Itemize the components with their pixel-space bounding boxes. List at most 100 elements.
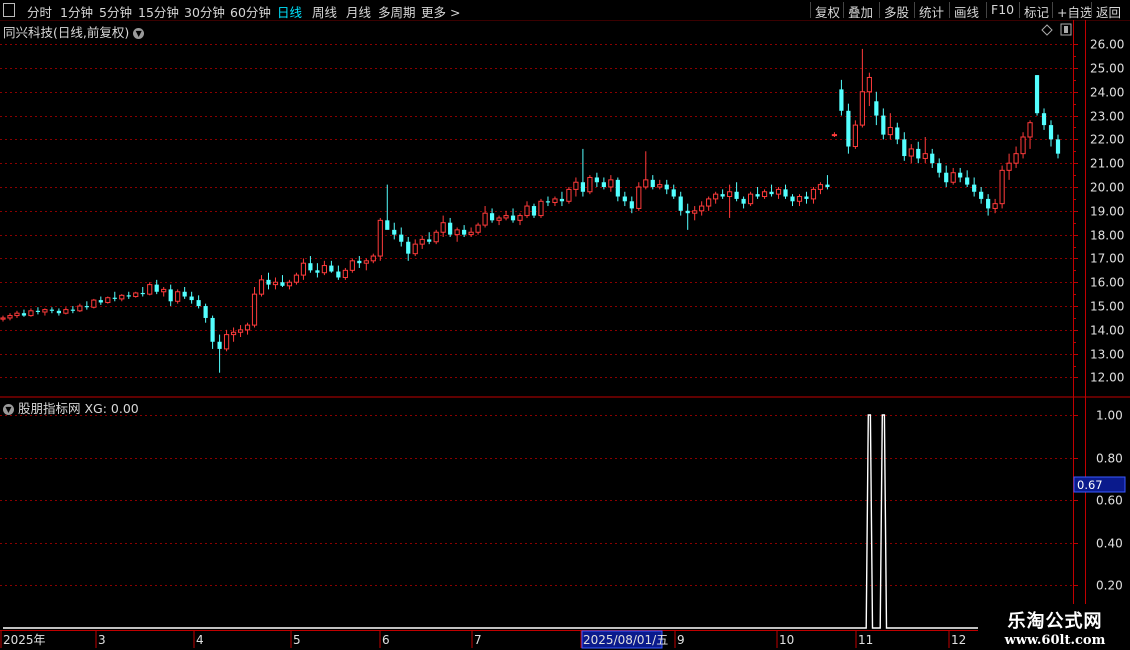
candle-body <box>126 295 131 297</box>
kline-chart[interactable]: 12.00 13.00 14.00 15.00 16.00 17.00 18.00 19.00… <box>0 0 1130 650</box>
y-tick-label: 25.00 <box>1090 62 1124 76</box>
x-tick-label: 3 <box>98 633 106 647</box>
candle-body <box>336 271 341 278</box>
candle-body <box>741 198 746 204</box>
candle-body <box>678 196 683 211</box>
candle-body <box>573 181 579 190</box>
candle-body <box>902 139 907 157</box>
watermark-logo: 乐淘公式网 www.60lt.com <box>980 604 1130 650</box>
candle-body <box>510 215 516 221</box>
y-tick-label: 13.00 <box>1090 348 1124 362</box>
y-tick-label: 17.00 <box>1090 252 1124 266</box>
candle-body <box>887 126 893 136</box>
candle-body <box>244 324 251 331</box>
candle-body <box>370 255 376 262</box>
candle-body <box>615 179 620 197</box>
candle-body <box>881 115 886 135</box>
candle-body <box>406 241 411 254</box>
candle-body <box>608 179 614 188</box>
candle-body <box>42 309 48 313</box>
y-tick-label: 24.00 <box>1090 86 1124 100</box>
candle-body <box>308 263 313 271</box>
candle-body <box>1041 113 1047 126</box>
candle-body <box>636 186 642 209</box>
candle-body <box>119 294 125 300</box>
candle-body <box>761 191 768 198</box>
candle-body <box>448 222 453 235</box>
candle-body <box>727 191 733 198</box>
candle-body <box>524 205 530 217</box>
sub-y-tick-label: 0.80 <box>1096 452 1123 466</box>
candle-body <box>713 193 719 200</box>
candle-body <box>98 300 103 303</box>
candle-body <box>747 193 754 205</box>
candle-body <box>531 206 537 216</box>
candle-body <box>315 270 320 273</box>
candle-body <box>937 163 942 173</box>
candle-body <box>161 288 167 293</box>
candle-body <box>77 305 83 312</box>
candle-body <box>503 215 509 219</box>
xg-line <box>3 414 978 629</box>
candle-body <box>203 306 208 318</box>
candle-body <box>755 194 760 197</box>
candle-body <box>7 315 13 319</box>
candle-body <box>916 148 921 159</box>
candle-body <box>685 210 690 214</box>
candle-body <box>930 153 935 164</box>
candle-body <box>804 196 809 199</box>
candle-body <box>168 289 173 302</box>
y-tick-label: 22.00 <box>1090 133 1124 147</box>
candle-body <box>1055 139 1061 154</box>
candle-body <box>91 299 97 308</box>
candle-body <box>992 203 998 209</box>
candle-body <box>895 127 900 140</box>
candle-body <box>56 310 61 314</box>
diamond-icon[interactable] <box>1041 24 1053 36</box>
candle-body <box>182 291 187 297</box>
candle-body <box>601 182 606 187</box>
candle-body <box>349 260 355 271</box>
candle-body <box>105 297 111 303</box>
candle-body <box>280 282 285 286</box>
candle-body <box>671 189 676 197</box>
candle-body <box>175 291 181 302</box>
x-tick-label: 7 <box>474 633 482 647</box>
candle-body <box>419 238 425 245</box>
candle-body <box>112 297 117 299</box>
logo-text-cn: 乐淘公式网 <box>1007 611 1103 632</box>
candle-body <box>272 281 279 286</box>
sub-y-tick-label: 0.60 <box>1096 494 1123 508</box>
candle-body <box>839 89 844 111</box>
logo-text-url: www.60lt.com <box>1004 633 1106 648</box>
candle-body <box>70 309 75 311</box>
candle-body <box>699 205 705 212</box>
candle-body <box>1020 136 1026 155</box>
x-tick-label: 9 <box>677 633 685 647</box>
candle-body <box>1048 125 1054 140</box>
candle-body <box>664 184 669 190</box>
candle-body <box>790 196 795 202</box>
candle-body <box>810 188 817 200</box>
candle-body <box>587 176 593 193</box>
candle-body <box>49 309 55 311</box>
candle-body <box>433 231 439 243</box>
candle-body <box>154 284 159 292</box>
candle-body <box>133 292 139 298</box>
y-tick-label: 12.00 <box>1090 371 1124 385</box>
candle-body <box>944 172 949 183</box>
y-tick-label: 18.00 <box>1090 229 1124 243</box>
candle-body <box>986 198 991 209</box>
y-tick-label: 23.00 <box>1090 110 1124 124</box>
candle-body <box>545 201 551 203</box>
candle-body <box>594 177 599 183</box>
candle-body <box>63 309 69 314</box>
x-tick-label: 11 <box>858 633 873 647</box>
candle-body <box>475 224 481 233</box>
candle-body <box>692 210 698 214</box>
candle-body <box>831 134 838 137</box>
candle-body <box>266 279 271 285</box>
sub-y-tick-label: 0.20 <box>1096 579 1123 593</box>
candle-body <box>1027 122 1033 138</box>
x-tick-label: 2025/08/01/五 <box>583 633 668 647</box>
